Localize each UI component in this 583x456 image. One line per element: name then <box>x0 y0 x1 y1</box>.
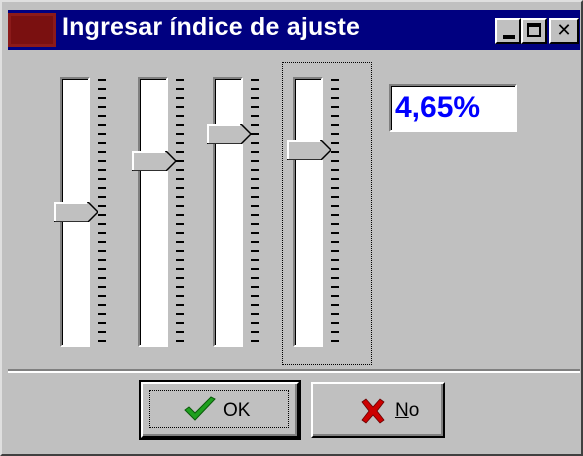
red-x-icon <box>361 398 385 424</box>
no-button-label: No <box>395 400 419 422</box>
title-bar[interactable]: Ingresar índice de ajuste ✕ <box>8 10 580 50</box>
dialog-client-area: 4,65% OK No <box>8 57 580 450</box>
slider-track <box>213 77 243 347</box>
maximize-icon <box>527 23 541 37</box>
slider-ticks <box>98 79 106 349</box>
close-button[interactable]: ✕ <box>549 18 579 44</box>
value-display: 4,65% <box>389 84 517 132</box>
slider-thumb[interactable] <box>54 202 98 222</box>
maximize-button[interactable] <box>521 18 547 44</box>
slider-ticks <box>251 79 259 349</box>
no-button-label-rest: o <box>408 400 420 421</box>
close-icon: ✕ <box>556 20 572 40</box>
ok-button[interactable]: OK <box>139 380 301 440</box>
slider-thumb[interactable] <box>207 123 251 144</box>
dialog-window: Ingresar índice de ajuste ✕ 4,65% OK No <box>0 0 583 456</box>
slider-thumb[interactable] <box>132 150 176 171</box>
slider-track <box>138 77 168 347</box>
slider-thumb[interactable] <box>287 139 331 160</box>
no-button[interactable]: No <box>311 382 445 438</box>
window-title: Ingresar índice de ajuste <box>62 13 361 41</box>
app-icon[interactable] <box>8 13 56 47</box>
minimize-button[interactable] <box>495 18 521 44</box>
ok-button-label: OK <box>223 400 251 421</box>
ok-focus-rect <box>149 390 289 428</box>
slider-ticks <box>176 79 184 349</box>
divider-highlight <box>8 371 580 373</box>
checkmark-icon <box>184 396 216 421</box>
slider-track <box>293 77 323 347</box>
no-button-mnemonic: N <box>395 400 409 421</box>
minimize-icon <box>503 35 515 39</box>
slider-ticks <box>331 79 339 349</box>
